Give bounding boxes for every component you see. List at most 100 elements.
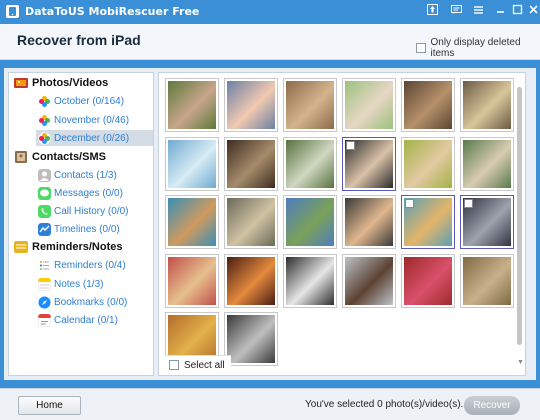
photo-thumbnail-beach[interactable]: [165, 136, 219, 191]
category-sidebar: Photos/Videos October (0/164) November (…: [8, 72, 154, 376]
photo-image: [404, 256, 452, 305]
select-all-label: Select all: [184, 359, 225, 371]
upgrade-icon[interactable]: [424, 4, 441, 19]
photo-image: [168, 256, 216, 305]
feedback-icon[interactable]: [448, 4, 465, 19]
sidebar-item-messages[interactable]: Messages (0/0): [38, 185, 155, 201]
photo-thumbnail-couple[interactable]: [165, 78, 219, 132]
photo-thumbnail-holding-hands[interactable]: [401, 195, 455, 249]
sidebar-item-reminders[interactable]: Reminders (0/4): [38, 257, 155, 273]
close-icon[interactable]: [525, 4, 540, 19]
photo-checkbox[interactable]: [464, 199, 473, 208]
sidebar-item-label: Call History (0/0): [54, 205, 129, 217]
photo-checkbox[interactable]: [346, 140, 355, 150]
sidebar-item-label: December (0/26): [54, 132, 130, 144]
sidebar-item-label: Contacts (1/3): [54, 169, 117, 181]
sidebar-item-december[interactable]: December (0/26): [36, 130, 153, 146]
photo-checkbox[interactable]: [405, 199, 414, 208]
photo-thumbnail-couple-kiss[interactable]: [460, 136, 514, 191]
calendar-app-icon: [38, 313, 51, 327]
header-bar: Recover from iPad Only display deleted i…: [0, 24, 540, 60]
photo-thumbnail-girl-portrait[interactable]: [342, 253, 396, 308]
menu-icon[interactable]: [470, 4, 487, 19]
photos-videos-icon: [14, 78, 28, 88]
only-deleted-checkbox[interactable]: [416, 43, 426, 53]
photo-thumbnail-this-is-it[interactable]: [283, 253, 337, 308]
photo-thumbnail-sound-of-music[interactable]: [283, 195, 337, 249]
scroll-down-arrow-icon[interactable]: ▼: [517, 359, 524, 366]
category-label: Contacts/SMS: [32, 151, 106, 163]
photo-thumbnail-laughing-woman[interactable]: [342, 195, 396, 249]
sidebar-item-label: Notes (1/3): [54, 278, 104, 290]
photo-thumbnail-dog-jumping[interactable]: [165, 195, 219, 249]
category-reminders-notes[interactable]: Reminders/Notes: [14, 241, 122, 253]
sidebar-item-label: Bookmarks (0/0): [54, 296, 128, 308]
photo-thumbnail-smiling-woman[interactable]: [401, 136, 455, 191]
photos-app-icon: [38, 132, 51, 144]
photo-image: [404, 81, 452, 129]
timelines-app-icon: [38, 222, 51, 236]
photo-image: [227, 81, 275, 129]
photo-thumbnail-baby-face[interactable]: [224, 78, 278, 132]
select-all-toggle[interactable]: Select all: [165, 355, 231, 374]
sidebar-item-label: October (0/164): [54, 95, 125, 107]
photo-thumbnail-smiling-man[interactable]: [342, 136, 396, 191]
photo-thumbnail-wedding[interactable]: [283, 136, 337, 191]
photo-thumbnail-bw-couple[interactable]: [224, 312, 278, 366]
home-button[interactable]: Home: [18, 396, 81, 415]
photo-image: [345, 81, 393, 129]
category-label: Reminders/Notes: [32, 241, 123, 253]
photo-thumbnail-sunset-landscape[interactable]: [460, 78, 514, 132]
select-all-checkbox[interactable]: [169, 360, 179, 370]
sidebar-item-label: Messages (0/0): [54, 187, 123, 199]
sidebar-item-contacts[interactable]: Contacts (1/3): [38, 167, 155, 183]
window-title: DataToUS MobiRescuer Free: [25, 5, 200, 18]
phone-app-icon: [38, 204, 51, 218]
sidebar-item-november[interactable]: November (0/46): [38, 112, 155, 128]
photo-thumbnail-baby-crawling[interactable]: [342, 78, 396, 132]
photo-thumbnail-interior[interactable]: [401, 78, 455, 132]
reminders-notes-icon: [14, 241, 28, 253]
contacts-sms-icon: [15, 151, 27, 163]
title-bar: DataToUS MobiRescuer Free: [0, 0, 540, 24]
photo-thumbnail-women-group[interactable]: [460, 195, 514, 249]
sidebar-item-timelines[interactable]: Timelines (0/0): [38, 221, 155, 237]
sidebar-item-calendar[interactable]: Calendar (0/1): [38, 312, 155, 328]
category-contacts-sms[interactable]: Contacts/SMS: [14, 151, 106, 163]
photo-image: [168, 139, 216, 188]
main-content: Photos/Videos October (0/164) November (…: [4, 68, 536, 380]
photos-app-icon: [38, 114, 51, 126]
category-label: Photos/Videos: [32, 77, 109, 89]
photo-thumbnail-flower-field[interactable]: [401, 253, 455, 308]
category-photos-videos[interactable]: Photos/Videos: [14, 77, 108, 89]
photo-thumbnail-street[interactable]: [460, 253, 514, 308]
scrollbar-thumb[interactable]: [517, 87, 522, 345]
photo-image: [463, 139, 511, 188]
sidebar-item-call-history[interactable]: Call History (0/0): [38, 203, 155, 219]
maximize-icon[interactable]: [509, 4, 526, 19]
photos-app-icon: [38, 95, 51, 107]
photo-image: [227, 139, 275, 188]
photo-image: [227, 198, 275, 246]
messages-app-icon: [38, 186, 51, 200]
photo-image: [286, 81, 334, 129]
only-deleted-toggle[interactable]: Only display deleted items: [416, 37, 540, 59]
photo-thumbnail-meerkat[interactable]: [224, 136, 278, 191]
vertical-scrollbar[interactable]: ▼: [517, 77, 524, 373]
photo-thumbnail-candles[interactable]: [224, 253, 278, 308]
photo-image: [286, 139, 334, 188]
sidebar-item-label: Timelines (0/0): [54, 223, 120, 235]
app-logo-icon: [6, 5, 19, 18]
safari-app-icon: [38, 296, 51, 308]
contacts-app-icon: [38, 168, 51, 182]
sidebar-item-october[interactable]: October (0/164): [38, 93, 155, 109]
photo-thumbnail-hands[interactable]: [224, 195, 278, 249]
sidebar-item-notes[interactable]: Notes (1/3): [38, 276, 155, 292]
sidebar-item-bookmarks[interactable]: Bookmarks (0/0): [38, 294, 155, 310]
recover-button[interactable]: Recover: [464, 396, 520, 415]
photo-image: [168, 198, 216, 246]
photo-image: [286, 256, 334, 305]
photo-thumbnail-couple-laughing[interactable]: [165, 253, 219, 308]
minimize-icon[interactable]: [492, 4, 509, 19]
photo-thumbnail-group-party[interactable]: [283, 78, 337, 132]
